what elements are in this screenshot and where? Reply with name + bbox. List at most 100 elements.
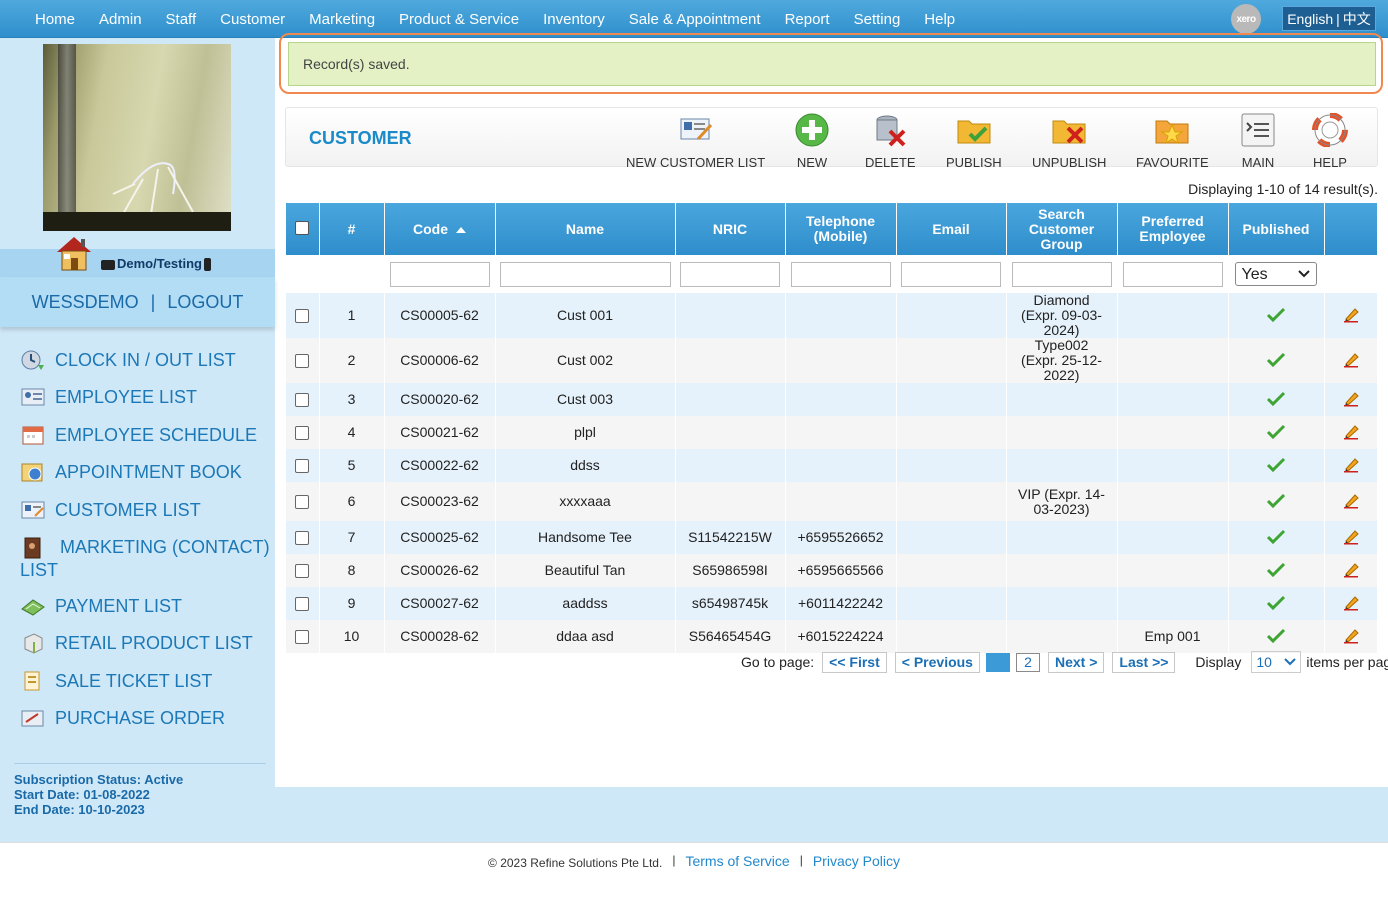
favourite-button[interactable]: FAVOURITE	[1136, 113, 1209, 170]
filter-nric-input[interactable]	[680, 261, 780, 287]
main-button[interactable]: MAIN	[1240, 113, 1276, 170]
menu-report[interactable]: Report	[773, 11, 842, 28]
filter-code-input[interactable]	[389, 261, 490, 287]
login-name[interactable]: WESSDEMO	[32, 292, 139, 313]
edit-pencil-icon[interactable]	[1342, 422, 1360, 440]
first-page-button[interactable]: << First	[822, 651, 887, 673]
header-published[interactable]: Published	[1228, 203, 1325, 255]
edit-pencil-icon[interactable]	[1342, 350, 1360, 368]
filter-group-input[interactable]	[1011, 261, 1112, 287]
menu-sale-appointment[interactable]: Sale & Appointment	[617, 11, 773, 28]
next-page-button[interactable]: Next >	[1047, 651, 1105, 673]
new-customer-list-button[interactable]: NEW CUSTOMER LIST	[626, 113, 765, 170]
filter-published-select[interactable]: Yes	[1234, 262, 1317, 286]
page-2-button[interactable]: 2	[1015, 652, 1040, 672]
home-icon[interactable]	[53, 234, 95, 272]
menu-inventory[interactable]: Inventory	[531, 11, 617, 28]
row-checkbox[interactable]	[295, 564, 310, 579]
select-all-checkbox[interactable]	[295, 220, 310, 235]
table-row[interactable]: 7 CS00025-62 Handsome Tee S11542215W +659552…	[286, 521, 1378, 554]
sidebar-item-retail-product-list[interactable]: RETAIL PRODUCT LIST	[20, 632, 270, 655]
checkmark-icon[interactable]	[1266, 456, 1286, 473]
checkmark-icon[interactable]	[1266, 627, 1286, 644]
new-button[interactable]: NEW	[794, 113, 830, 170]
header-telephone[interactable]: Telephone (Mobile)	[785, 203, 897, 255]
row-checkbox[interactable]	[295, 630, 310, 645]
lang-chinese[interactable]: 中文	[1343, 9, 1371, 29]
publish-button[interactable]: PUBLISH	[946, 113, 1002, 170]
checkmark-icon[interactable]	[1266, 390, 1286, 407]
checkmark-icon[interactable]	[1266, 528, 1286, 545]
unpublish-button[interactable]: UNPUBLISH	[1032, 113, 1106, 170]
row-checkbox[interactable]	[295, 354, 310, 369]
filter-name-input[interactable]	[499, 261, 671, 287]
menu-customer[interactable]: Customer	[208, 11, 297, 28]
language-switch[interactable]: English | 中文	[1282, 6, 1376, 31]
filter-email-input[interactable]	[901, 261, 1001, 287]
help-button[interactable]: HELP	[1312, 112, 1348, 170]
header-nric[interactable]: NRIC	[675, 203, 786, 255]
checkmark-icon[interactable]	[1266, 492, 1286, 509]
menu-setting[interactable]: Setting	[842, 11, 913, 28]
sidebar-item-appointment-book[interactable]: APPOINTMENT BOOK	[20, 461, 270, 484]
checkmark-icon[interactable]	[1266, 423, 1286, 440]
table-row[interactable]: 1 CS00005-62 Cust 001 Diamond (Expr. 09-03-…	[286, 293, 1378, 338]
checkmark-icon[interactable]	[1266, 306, 1286, 323]
sidebar-item-sale-ticket-list[interactable]: SALE TICKET LIST	[20, 670, 270, 693]
table-row[interactable]: 9 CS00027-62 aaddss s65498745k +6011422242	[286, 587, 1378, 620]
table-row[interactable]: 2 CS00006-62 Cust 002 Type002 (Expr. 25-12-…	[286, 338, 1378, 383]
sidebar-item-payment-list[interactable]: PAYMENT LIST	[20, 595, 270, 618]
edit-pencil-icon[interactable]	[1342, 593, 1360, 611]
filter-employee-input[interactable]	[1122, 261, 1223, 287]
edit-pencil-icon[interactable]	[1342, 455, 1360, 473]
edit-pencil-icon[interactable]	[1342, 560, 1360, 578]
header-name[interactable]: Name	[495, 203, 676, 255]
checkmark-icon[interactable]	[1266, 351, 1286, 368]
row-checkbox[interactable]	[295, 531, 310, 546]
menu-admin[interactable]: Admin	[87, 11, 154, 28]
header-preferred-employee[interactable]: Preferred Employee	[1117, 203, 1229, 255]
checkmark-icon[interactable]	[1266, 561, 1286, 578]
table-row[interactable]: 4 CS00021-62 plpl	[286, 416, 1378, 449]
header-code[interactable]: Code	[384, 203, 496, 255]
menu-product-service[interactable]: Product & Service	[387, 11, 531, 28]
logout-link[interactable]: LOGOUT	[167, 292, 243, 313]
row-checkbox[interactable]	[295, 309, 310, 324]
lang-english[interactable]: English	[1287, 11, 1333, 27]
header-customer-group[interactable]: Search Customer Group	[1006, 203, 1118, 255]
table-row[interactable]: 5 CS00022-62 ddss	[286, 449, 1378, 482]
checkmark-icon[interactable]	[1266, 594, 1286, 611]
row-checkbox[interactable]	[295, 597, 310, 612]
privacy-policy-link[interactable]: Privacy Policy	[813, 853, 900, 902]
row-checkbox[interactable]	[295, 426, 310, 441]
terms-of-service-link[interactable]: Terms of Service	[685, 853, 789, 902]
menu-help[interactable]: Help	[912, 11, 967, 28]
table-row[interactable]: 3 CS00020-62 Cust 003	[286, 383, 1378, 416]
row-checkbox[interactable]	[295, 495, 310, 510]
filter-telephone-input[interactable]	[790, 261, 891, 287]
menu-marketing[interactable]: Marketing	[297, 11, 387, 28]
table-row[interactable]: 8 CS00026-62 Beautiful Tan S65986598I +65956…	[286, 554, 1378, 587]
sidebar-item-employee-list[interactable]: EMPLOYEE LIST	[20, 386, 270, 409]
previous-page-button[interactable]: < Previous	[894, 651, 980, 673]
sidebar-item-marketing-contact[interactable]: MARKETING (CONTACT) LIST	[20, 536, 270, 582]
edit-pencil-icon[interactable]	[1342, 305, 1360, 323]
table-row[interactable]: 6 CS00023-62 xxxxaaa VIP (Expr. 14-03-2023)	[286, 482, 1378, 521]
table-row[interactable]: 10 CS00028-62 ddaa asd S56465454G +601522422…	[286, 620, 1378, 653]
menu-home[interactable]: Home	[23, 11, 87, 28]
row-checkbox[interactable]	[295, 393, 310, 408]
sidebar-item-clock-in-out[interactable]: CLOCK IN / OUT LIST	[20, 349, 270, 372]
sidebar-item-purchase-order[interactable]: PURCHASE ORDER	[20, 707, 270, 730]
sidebar-item-customer-list[interactable]: CUSTOMER LIST	[20, 499, 270, 522]
xero-icon[interactable]: xero	[1231, 4, 1261, 34]
row-checkbox[interactable]	[295, 459, 310, 474]
last-page-button[interactable]: Last >>	[1112, 651, 1176, 673]
edit-pencil-icon[interactable]	[1342, 527, 1360, 545]
edit-pencil-icon[interactable]	[1342, 389, 1360, 407]
edit-pencil-icon[interactable]	[1342, 491, 1360, 509]
menu-staff[interactable]: Staff	[154, 11, 209, 28]
page-1-button[interactable]: 1	[985, 652, 1010, 672]
items-per-page-select[interactable]: 10	[1251, 651, 1302, 673]
edit-pencil-icon[interactable]	[1342, 626, 1360, 644]
sidebar-item-employee-schedule[interactable]: EMPLOYEE SCHEDULE	[20, 424, 270, 447]
